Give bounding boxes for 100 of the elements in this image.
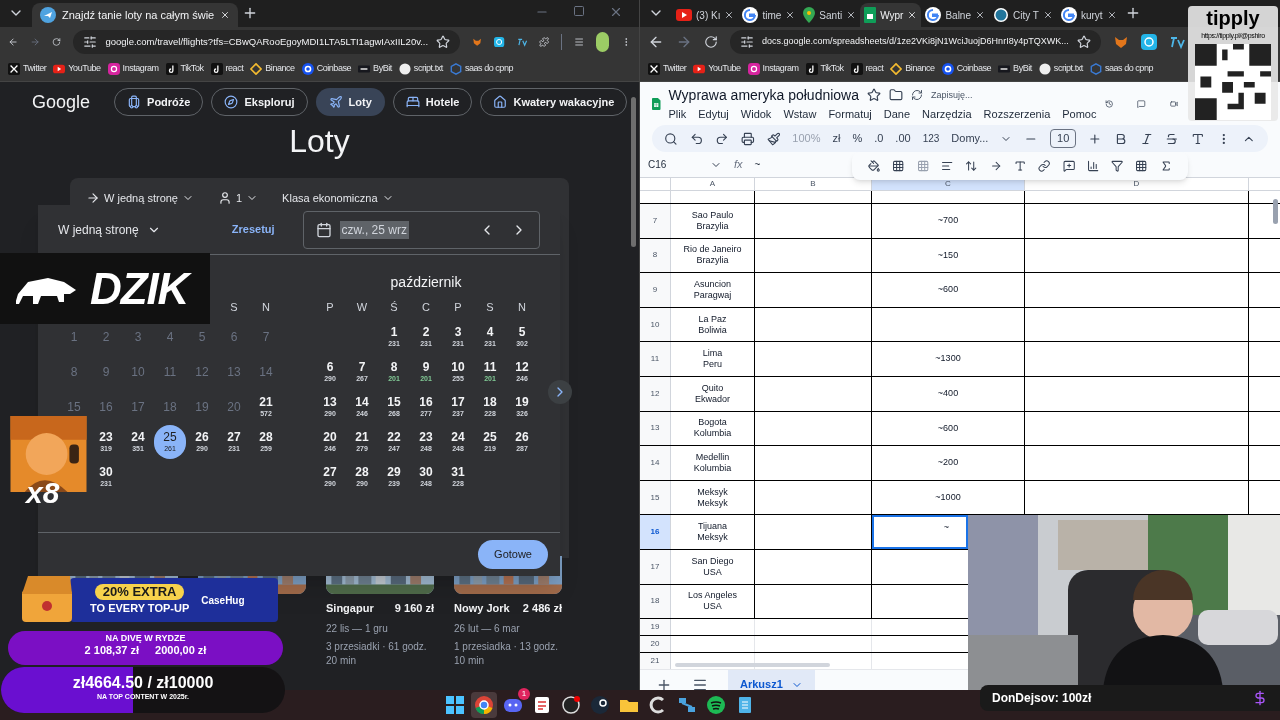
city-price: 2 486 zł <box>522 601 562 616</box>
bookmark[interactable]: Binance <box>250 62 295 76</box>
row-header[interactable]: 10 <box>640 307 671 342</box>
table-cell: Lima Peru <box>671 342 755 376</box>
donation-text: DonDejsov: 100zł <box>992 690 1092 707</box>
bookmark[interactable]: react <box>210 62 244 76</box>
row-header[interactable]: 7 <box>640 204 671 238</box>
number-format-button[interactable]: 123 <box>922 131 940 146</box>
bookmark[interactable]: script.txt <box>1038 62 1083 76</box>
table-cell[interactable]: ~150 <box>872 238 1025 273</box>
bookmark[interactable]: Binance <box>890 62 935 76</box>
trip-details: 1 przesiadka · 13 godz. 10 min <box>454 639 559 668</box>
row-header[interactable]: 17 <box>640 549 671 584</box>
row-header: 19 <box>640 619 671 636</box>
browser-tab[interactable]: time <box>738 3 800 27</box>
browser-tab[interactable]: Znajdź tanie loty na całym świe <box>32 3 239 27</box>
menu-item[interactable]: Dane <box>883 105 911 123</box>
browser-tab[interactable]: City T <box>989 3 1057 27</box>
trip-details: 3 przesiadki · 61 godz. 20 min <box>326 639 428 668</box>
city-price: 9 160 zł <box>394 601 434 616</box>
page-title: Loty <box>289 122 350 160</box>
row-header[interactable]: 8 <box>640 238 671 273</box>
address-bar[interactable]: google.com/travel/flights?tfs=CBwQARooEgoyMDI1LTA5LTI1agwIAxIIL20v... <box>73 30 461 54</box>
bookmark[interactable]: Instagram <box>747 62 799 76</box>
browser-tab[interactable]: Santi <box>799 3 861 27</box>
decrease-decimal-button[interactable]: .0 <box>874 130 884 147</box>
weekday-label: N <box>261 300 271 316</box>
browser-tab[interactable]: Wypr <box>860 3 922 27</box>
table-cell[interactable]: ~1000 <box>872 480 1025 515</box>
date-field[interactable]: czw., 25 wrz <box>302 210 540 249</box>
menu-item[interactable]: Pomoc <box>1062 105 1097 123</box>
bookmark[interactable]: Coinbase <box>301 62 352 76</box>
row-header[interactable]: 16 <box>640 515 671 549</box>
browser-tab[interactable]: (3) Kı <box>672 3 739 27</box>
row-header[interactable]: 11 <box>640 342 671 376</box>
menu-item[interactable]: Formatuj <box>828 105 872 123</box>
active-cell[interactable]: ~ <box>872 515 968 549</box>
bookmark[interactable]: react <box>850 62 884 76</box>
address-bar[interactable]: docs.google.com/spreadsheets/d/1ze2VKi8jN1WciJuojD6HnrI8y4pTQXWK... <box>730 30 1101 54</box>
bookmark[interactable]: script.txt <box>398 62 443 76</box>
browser-tab[interactable]: Balne <box>921 3 989 27</box>
table-cell[interactable]: ~700 <box>872 204 1025 238</box>
table-cell: Quito Ekwador <box>671 376 755 411</box>
row-header[interactable]: 13 <box>640 411 671 446</box>
trip-type-select[interactable]: W jedną stronę <box>58 220 232 239</box>
ad-subline: TO EVERY TOP-UP <box>90 600 190 616</box>
bookmark[interactable]: TikTok <box>805 62 844 76</box>
table-cell[interactable]: ~600 <box>872 411 1025 446</box>
percent-button[interactable]: % <box>852 130 863 147</box>
cell-name-box[interactable]: C16 <box>648 157 698 172</box>
weekday-label: S <box>485 300 495 316</box>
row-header[interactable]: 14 <box>640 446 671 480</box>
bookmark[interactable]: saas do cpnp <box>449 62 513 76</box>
menu-item[interactable]: Rozszerzenia <box>983 105 1051 123</box>
passenger-select[interactable]: 1 <box>218 190 259 206</box>
table-cell[interactable]: ~400 <box>872 376 1025 411</box>
formula-field[interactable]: ~ <box>754 157 815 172</box>
table-cell[interactable]: ~1300 <box>872 342 1025 376</box>
bookmark[interactable]: Twitter <box>8 62 47 76</box>
trip-type-select[interactable]: W jedną stronę <box>86 190 194 206</box>
menu-item[interactable]: Widok <box>740 105 772 123</box>
google-logo: Google <box>32 90 91 114</box>
bookmark[interactable]: saas do cpnp <box>1089 62 1153 76</box>
table-cell: Rio de Janeiro Brazylia <box>671 238 755 273</box>
font-size-field[interactable]: 10 <box>1050 129 1077 148</box>
table-cell[interactable]: ~200 <box>872 446 1025 480</box>
bookmark[interactable]: Twitter <box>648 62 687 76</box>
bookmark[interactable]: ByBit <box>358 62 392 76</box>
increase-decimal-button[interactable]: .00 <box>895 130 911 147</box>
row-header[interactable]: 12 <box>640 376 671 411</box>
bookmark[interactable]: Instagram <box>107 62 159 76</box>
goal-current: 2 108,37 zł <box>84 644 140 658</box>
sheet-tab[interactable]: Arkusz1 <box>728 670 815 690</box>
bookmark[interactable]: TikTok <box>165 62 204 76</box>
menu-item[interactable]: Edytuj <box>698 105 729 123</box>
cabin-select[interactable]: Klasa ekonomiczna <box>282 190 394 206</box>
weekday-label: C <box>421 300 431 316</box>
save-status: Zapisuję... <box>931 88 973 102</box>
table-cell[interactable]: ~600 <box>872 273 1025 307</box>
reset-button[interactable]: Zresetuj <box>231 221 275 238</box>
table-cell: Medellin Kolumbia <box>671 446 755 480</box>
bookmark[interactable]: Coinbase <box>941 62 992 76</box>
row-header[interactable]: 18 <box>640 584 671 619</box>
currency-button[interactable]: zł <box>832 130 841 147</box>
menu-item[interactable]: Plik <box>668 105 687 123</box>
table-cell: Sao Paulo Brazylia <box>671 204 755 238</box>
column-header[interactable]: A <box>671 178 755 190</box>
bookmark[interactable]: ByBit <box>998 62 1032 76</box>
document-title[interactable]: Wyprawa ameryka południowa <box>668 84 860 106</box>
done-button[interactable]: Gotowe <box>478 540 548 569</box>
bookmark[interactable]: YouTube <box>693 62 741 76</box>
font-select[interactable]: Domy... <box>951 130 1013 147</box>
menu-item[interactable]: Wstaw <box>783 105 817 123</box>
row-header[interactable]: 9 <box>640 273 671 307</box>
nav-tab[interactable]: Loty <box>315 88 385 116</box>
row-header[interactable]: 15 <box>640 480 671 515</box>
table-cell: Asuncion Paragwaj <box>671 273 755 307</box>
menu-item[interactable]: Narzędzia <box>922 105 972 123</box>
bookmark[interactable]: YouTube <box>53 62 101 76</box>
browser-tab[interactable]: kuryt <box>1056 3 1121 27</box>
